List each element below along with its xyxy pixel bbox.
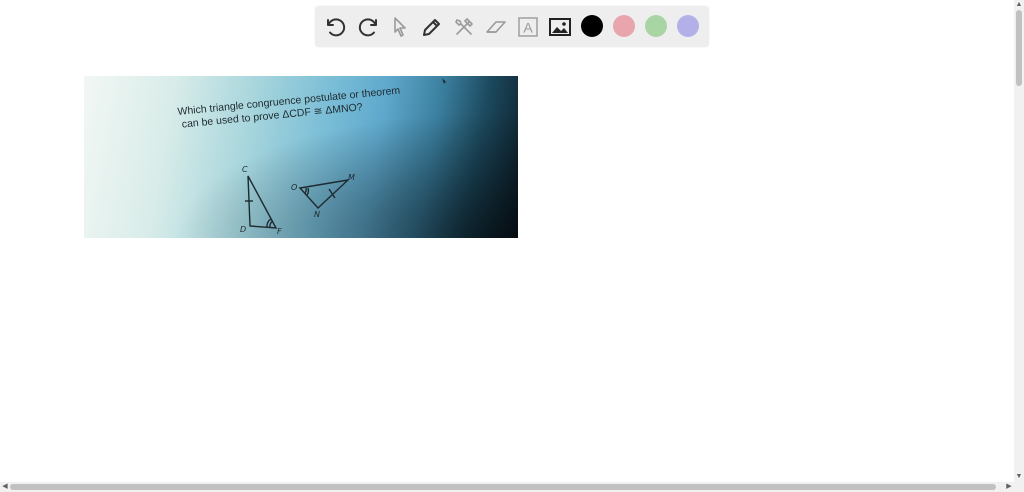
scroll-left-icon[interactable]: ◀ — [0, 482, 10, 492]
scroll-down-icon[interactable]: ▼ — [1014, 472, 1024, 482]
vertex-label-o: O — [291, 183, 297, 192]
vertex-label-d: D — [240, 225, 246, 234]
vertex-label-n: N — [314, 210, 320, 219]
tools-button[interactable] — [449, 12, 479, 42]
scroll-up-icon[interactable]: ▲ — [1014, 0, 1024, 10]
redo-icon — [358, 18, 377, 37]
vertical-scrollbar[interactable]: ▲ ▼ — [1014, 0, 1024, 482]
color-pink-swatch[interactable] — [613, 15, 635, 37]
photo-cursor-mark — [442, 78, 447, 84]
pen-button[interactable] — [417, 12, 447, 42]
eraser-icon — [486, 21, 506, 33]
color-green-swatch[interactable] — [645, 15, 667, 37]
triangle-cdf — [245, 175, 278, 229]
image-button[interactable] — [545, 12, 575, 42]
eraser-button[interactable] — [481, 12, 511, 42]
text-button[interactable]: A — [513, 12, 543, 42]
horizontal-scrollbar[interactable]: ◀ ▶ — [0, 482, 1024, 492]
text-tool-glyph: A — [523, 20, 533, 36]
vertical-scroll-thumb[interactable] — [1016, 10, 1022, 86]
scroll-right-icon[interactable]: ▶ — [1004, 482, 1014, 492]
triangle-mno — [298, 178, 351, 209]
pencil-icon — [423, 19, 440, 36]
color-purple-swatch[interactable] — [677, 15, 699, 37]
vertex-label-c: C — [242, 165, 248, 174]
horizontal-scroll-thumb[interactable] — [10, 484, 996, 490]
question-photo[interactable]: Which triangle congruence postulate or t… — [84, 76, 518, 238]
select-button[interactable] — [385, 12, 415, 42]
triangle-figures: C D F O M N — [240, 78, 447, 236]
hammer-wrench-icon — [455, 17, 474, 35]
text-box-icon: A — [518, 17, 538, 37]
vertex-label-f: F — [277, 227, 282, 236]
vertex-label-m: M — [348, 173, 355, 182]
undo-icon — [327, 18, 346, 37]
image-icon — [549, 18, 571, 36]
redo-button[interactable] — [353, 12, 383, 42]
pointer-icon — [394, 17, 406, 37]
color-black-swatch[interactable] — [581, 15, 603, 37]
drawing-toolbar: A — [315, 6, 709, 47]
undo-button[interactable] — [321, 12, 351, 42]
